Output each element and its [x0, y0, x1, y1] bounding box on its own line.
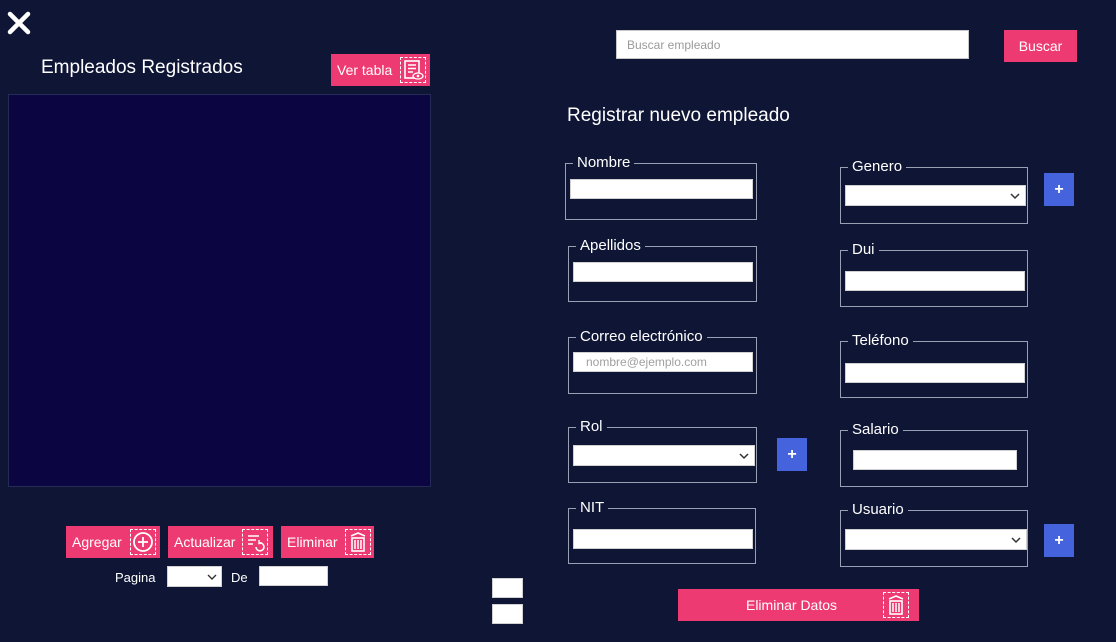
page-label: Pagina [115, 570, 156, 585]
dui-group: Dui [840, 241, 1028, 307]
apellidos-group: Apellidos [568, 237, 757, 302]
telefono-label: Teléfono [848, 332, 913, 349]
add-button[interactable]: Agregar [66, 526, 160, 558]
total-pages-field [259, 566, 328, 586]
plus-icon: + [1054, 180, 1064, 198]
nombre-input[interactable] [570, 179, 753, 199]
plus-icon: + [1054, 531, 1064, 549]
update-button[interactable]: Actualizar [168, 526, 273, 558]
dui-input[interactable] [845, 271, 1025, 291]
update-label: Actualizar [174, 534, 236, 550]
add-usuario-button[interactable]: + [1044, 524, 1074, 557]
chevron-down-icon [739, 453, 749, 460]
correo-label: Correo electrónico [576, 328, 707, 345]
nit-input[interactable] [573, 529, 753, 549]
nombre-group: Nombre [565, 154, 757, 220]
chevron-down-icon [1010, 193, 1020, 200]
view-table-label: Ver tabla [337, 62, 393, 78]
genero-group: Genero [840, 158, 1028, 224]
salario-input[interactable] [853, 450, 1017, 470]
telefono-input[interactable] [845, 363, 1025, 383]
usuario-select[interactable] [845, 529, 1027, 550]
hidden-id-field[interactable] [492, 578, 523, 598]
refresh-document-icon [242, 529, 268, 555]
search-button[interactable]: Buscar [1004, 30, 1077, 62]
delete-label: Eliminar [287, 534, 338, 550]
add-label: Agregar [72, 534, 122, 550]
correo-group: Correo electrónico nombre@ejemplo.com [568, 328, 757, 394]
search-input[interactable] [616, 30, 969, 59]
list-title: Empleados Registrados [41, 57, 243, 78]
salario-group: Salario [840, 421, 1028, 487]
nombre-label: Nombre [573, 154, 635, 171]
trash-icon [345, 529, 371, 555]
salario-label: Salario [848, 421, 903, 438]
rol-select[interactable] [573, 445, 755, 466]
add-rol-button[interactable]: + [777, 438, 807, 471]
genero-label: Genero [848, 158, 907, 175]
plus-icon: + [787, 445, 797, 463]
dui-label: Dui [848, 241, 879, 258]
document-eye-icon [400, 57, 426, 83]
usuario-group: Usuario [840, 501, 1028, 567]
telefono-group: Teléfono [840, 332, 1028, 398]
apellidos-input[interactable] [573, 262, 753, 282]
rol-group: Rol [568, 418, 757, 483]
genero-select[interactable] [845, 185, 1026, 206]
chevron-down-icon [207, 574, 217, 580]
chevron-down-icon [1011, 537, 1021, 544]
hidden-id-field-2[interactable] [492, 604, 523, 624]
trash-icon [883, 592, 909, 618]
of-label: De [231, 570, 248, 585]
usuario-label: Usuario [848, 501, 908, 518]
rol-label: Rol [576, 418, 607, 435]
nit-group: NIT [568, 499, 756, 564]
clear-data-button[interactable]: Eliminar Datos [678, 589, 919, 621]
form-title: Registrar nuevo empleado [567, 105, 790, 126]
apellidos-label: Apellidos [576, 237, 645, 254]
search-button-label: Buscar [1018, 38, 1063, 54]
nit-label: NIT [576, 499, 609, 516]
view-table-button[interactable]: Ver tabla [331, 54, 430, 86]
clear-data-label: Eliminar Datos [745, 597, 838, 613]
delete-button[interactable]: Eliminar [281, 526, 374, 558]
close-icon[interactable] [6, 10, 32, 36]
employee-list-panel[interactable] [8, 94, 431, 487]
correo-input[interactable]: nombre@ejemplo.com [573, 352, 753, 372]
plus-circle-icon [130, 529, 156, 555]
add-genero-button[interactable]: + [1044, 173, 1074, 206]
page-select[interactable] [167, 566, 222, 587]
